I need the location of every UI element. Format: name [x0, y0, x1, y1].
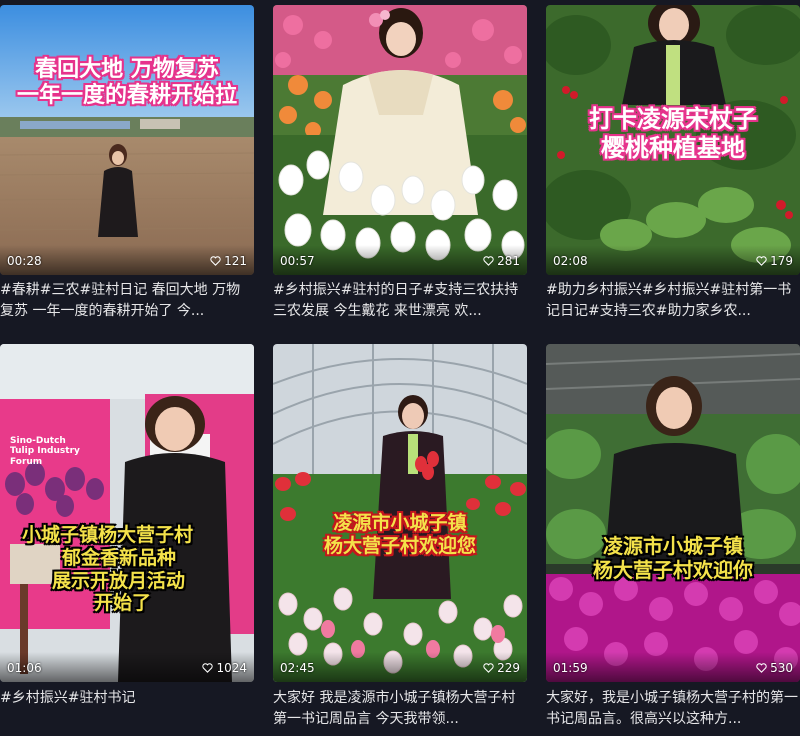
like-count: 530: [756, 661, 793, 675]
person-face: [402, 403, 424, 429]
video-card[interactable]: 凌源市小城子镇 杨大营子村欢迎您 02:45 229 大家好 我是凌源市小城子镇…: [273, 344, 527, 727]
video-caption[interactable]: 大家好，我是小城子镇杨大营子村的第一书记周品言。很高兴以这种方...: [546, 688, 800, 730]
video-caption[interactable]: #助力乡村振兴#乡村振兴#驻村第一书记日记#支持三农#助力家乡农...: [546, 280, 800, 322]
video-thumbnail[interactable]: 凌源市小城子镇 杨大营子村欢迎你 01:59 530: [546, 344, 800, 682]
like-count: 121: [210, 254, 247, 268]
overlay-text-line: 杨大营子村欢迎你: [593, 558, 753, 582]
person-face: [155, 407, 195, 451]
person-face: [659, 8, 689, 42]
video-duration: 02:45: [280, 661, 315, 675]
overlay-text-line: 打卡凌源宋杖子: [589, 105, 757, 133]
like-count-value: 530: [770, 661, 793, 675]
heart-outline-icon: [202, 663, 214, 673]
person-body: [98, 167, 138, 237]
video-thumbnail[interactable]: 春回大地 万物复苏 一年一度的春耕开始拉 00:28 121: [0, 5, 254, 275]
video-card[interactable]: 凌源市小城子镇 杨大营子村欢迎你 01:59 530 大家好，我是小城子镇杨大营…: [546, 344, 800, 727]
overlay-text-line: 展示开放月活动: [52, 569, 186, 592]
overlay-text-line: 凌源市小城子镇: [603, 534, 743, 558]
azalea-greenhouse-scene: [546, 344, 800, 682]
heart-outline-icon: [210, 256, 221, 266]
overlay-text-line: 樱桃种植基地: [601, 133, 745, 162]
video-grid: 春回大地 万物复苏 一年一度的春耕开始拉 00:28 121 #春耕#三农#驻村…: [0, 0, 800, 736]
video-card[interactable]: 春回大地 万物复苏 一年一度的春耕开始拉 00:28 121 #春耕#三农#驻村…: [0, 5, 254, 330]
video-duration: 01:06: [7, 661, 42, 675]
video-card[interactable]: Sino-Dutch Tulip Industry Forum 小城子镇杨大营子…: [0, 344, 254, 714]
video-duration: 02:08: [553, 254, 588, 268]
video-caption[interactable]: #春耕#三农#驻村日记 春回大地 万物复苏 一年一度的春耕开始了 今...: [0, 280, 254, 322]
heart-outline-icon: [483, 256, 494, 266]
overlay-text-line: 一年一度的春耕开始拉: [16, 83, 237, 109]
like-count: 1024: [202, 661, 247, 675]
like-count-value: 229: [497, 661, 520, 675]
person-face: [656, 387, 692, 429]
video-caption[interactable]: #乡村振兴#驻村的日子#支持三农扶持三农发展 今生戴花 来世漂亮 欢...: [273, 280, 527, 322]
heart-outline-icon: [483, 663, 494, 673]
overlay-text-line: 郁金香新品种: [62, 546, 177, 569]
flower-garden-scene: [273, 5, 527, 275]
tulip-forum-scene: [0, 344, 254, 682]
video-duration: 00:28: [7, 254, 42, 268]
like-count-value: 281: [497, 254, 520, 268]
video-caption[interactable]: 大家好 我是凌源市小城子镇杨大营子村第一书记周品言 今天我带领...: [273, 688, 527, 730]
video-thumbnail[interactable]: 凌源市小城子镇 杨大营子村欢迎您 02:45 229: [273, 344, 527, 682]
video-duration: 00:57: [280, 254, 315, 268]
video-card[interactable]: 00:57 281 #乡村振兴#驻村的日子#支持三农扶持三农发展 今生戴花 来世…: [273, 5, 527, 330]
farmland-scene: [0, 5, 254, 275]
video-card[interactable]: 打卡凌源宋杖子 樱桃种植基地 02:08 179 #助力乡村振兴#乡村振兴#驻村…: [546, 5, 800, 330]
like-count: 229: [483, 661, 520, 675]
overlay-text-line: 开始了: [94, 592, 152, 615]
heart-outline-icon: [756, 663, 767, 673]
overlay-text-line: 凌源市小城子镇: [333, 512, 467, 534]
like-count: 179: [756, 254, 793, 268]
video-thumbnail[interactable]: Sino-Dutch Tulip Industry Forum 小城子镇杨大营子…: [0, 344, 254, 682]
overlay-text-line: 春回大地 万物复苏: [35, 57, 219, 82]
heart-outline-icon: [756, 256, 767, 266]
overlay-text-line: 杨大营子村欢迎您: [323, 534, 476, 557]
like-count-value: 179: [770, 254, 793, 268]
like-count: 281: [483, 254, 520, 268]
like-count-value: 1024: [216, 661, 247, 675]
video-caption[interactable]: #乡村振兴#驻村书记: [0, 688, 254, 709]
video-duration: 01:59: [553, 661, 588, 675]
video-thumbnail[interactable]: 打卡凌源宋杖子 樱桃种植基地 02:08 179: [546, 5, 800, 275]
video-thumbnail[interactable]: 00:57 281: [273, 5, 527, 275]
person-face: [386, 22, 416, 56]
like-count-value: 121: [224, 254, 247, 268]
overlay-text-line: 小城子镇杨大营子村: [22, 524, 194, 546]
forum-banner-text: Sino-Dutch Tulip Industry Forum: [10, 436, 80, 467]
